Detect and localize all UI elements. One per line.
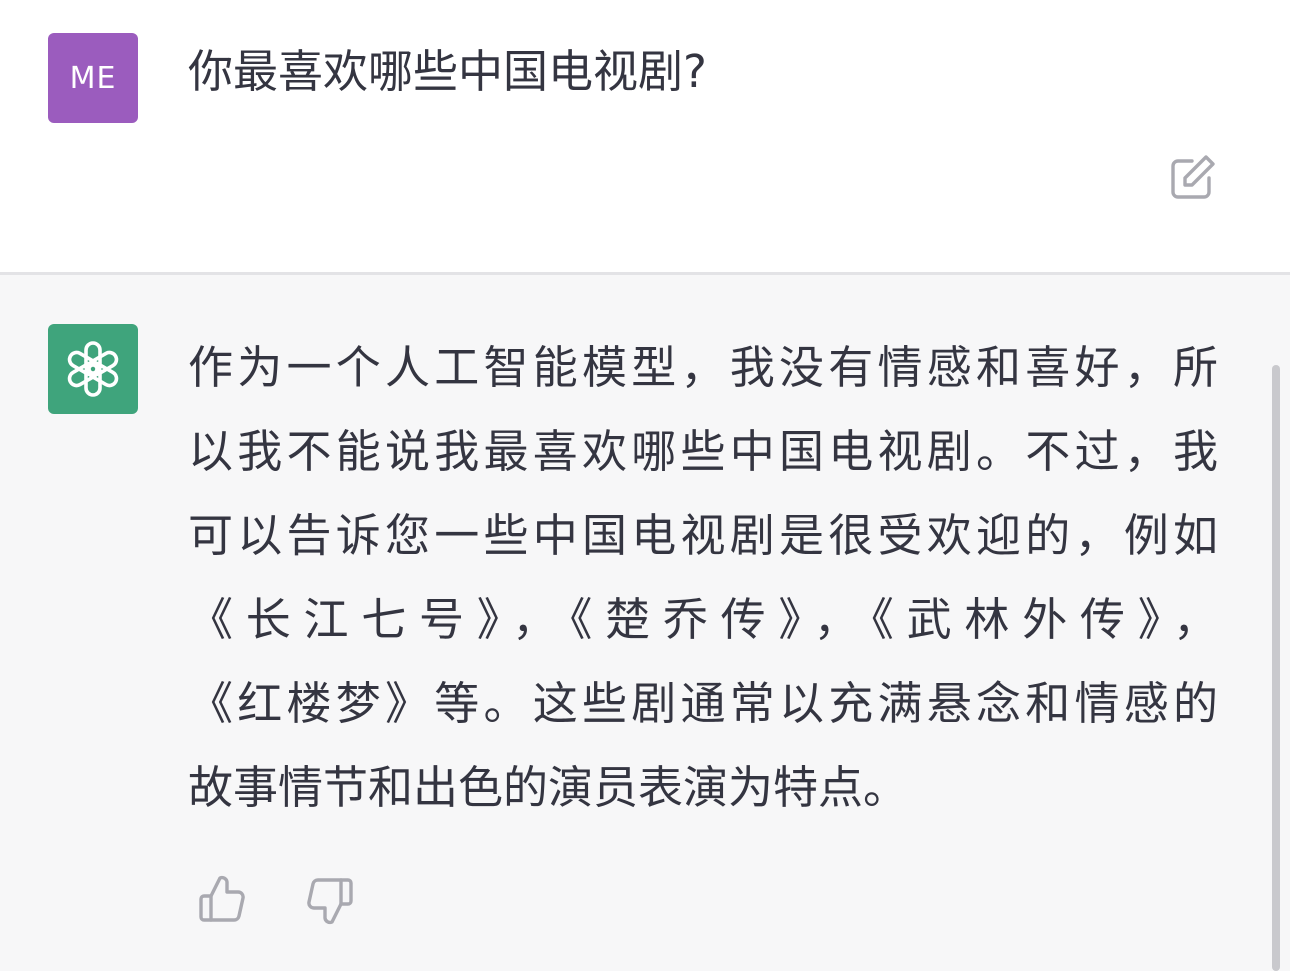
- thumbs-up-button[interactable]: [196, 872, 248, 928]
- chat-window: ME 你最喜欢哪些中国电视剧? 作为一个人工智能模型，我没有情感和喜好，所 以我…: [0, 0, 1290, 971]
- scrollbar-thumb[interactable]: [1272, 365, 1280, 971]
- assistant-message-text: 作为一个人工智能模型，我没有情感和喜好，所 以我不能说我最喜欢哪些中国电视剧。不…: [188, 326, 1218, 830]
- user-message-row: ME 你最喜欢哪些中国电视剧?: [0, 0, 1290, 272]
- assistant-message-line: 以我不能说我最喜欢哪些中国电视剧。不过，我: [188, 425, 1218, 478]
- thumbs-up-icon: [199, 875, 245, 922]
- edit-message-button[interactable]: [1168, 152, 1218, 202]
- openai-logo-icon: [67, 341, 119, 397]
- user-avatar-initials: ME: [69, 60, 117, 96]
- user-message-text: 你最喜欢哪些中国电视剧?: [188, 45, 707, 98]
- thumbs-down-icon: [307, 878, 353, 925]
- thumbs-down-button[interactable]: [304, 872, 356, 928]
- assistant-message-line: 可以告诉您一些中国电视剧是很受欢迎的，例如: [188, 509, 1218, 562]
- user-avatar: ME: [48, 33, 138, 123]
- edit-icon: [1171, 155, 1215, 199]
- assistant-avatar: [48, 324, 138, 414]
- assistant-message-line: 作为一个人工智能模型，我没有情感和喜好，所: [188, 341, 1218, 394]
- assistant-message-line: 《长江七号》，《楚乔传》，《武林外传》，: [188, 593, 1218, 646]
- assistant-message-line: 故事情节和出色的演员表演为特点。: [188, 761, 909, 814]
- assistant-message-line: 《红楼梦》等。这些剧通常以充满悬念和情感的: [188, 677, 1218, 730]
